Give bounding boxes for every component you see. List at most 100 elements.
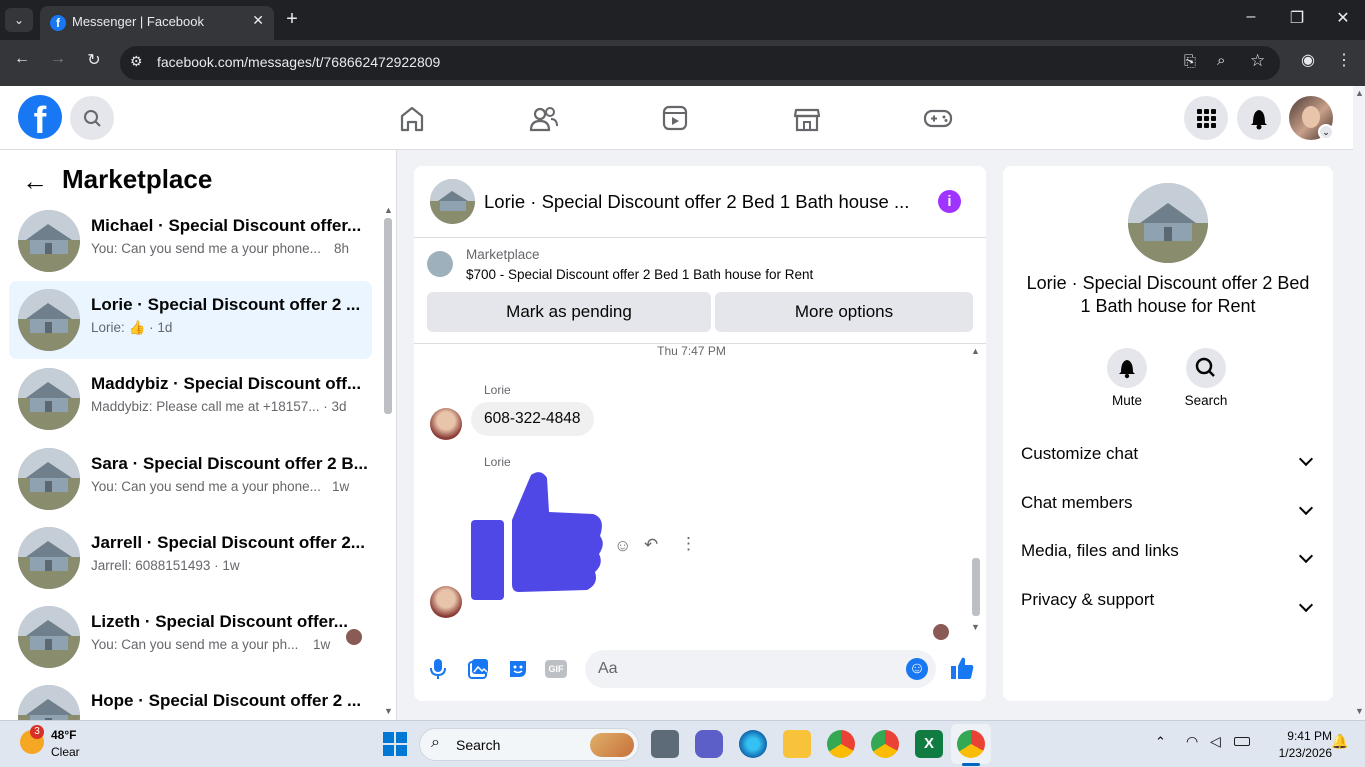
address-bar[interactable]: ⚙ facebook.com/messages/t/76866247292280… [120,46,1280,80]
thread-scrollbar[interactable] [972,558,980,616]
message-timestamp: Thu 7:47 PM [657,344,726,358]
section-label: Customize chat [1021,444,1139,463]
sender-avatar[interactable] [430,586,462,618]
sticker-icon[interactable] [507,658,529,680]
bookmark-star-icon[interactable]: ☆ [1250,51,1265,71]
conversation-item[interactable]: Maddybiz · Special Discount off... Maddy… [9,360,372,438]
sender-avatar[interactable] [430,408,462,440]
chat-avatar[interactable] [430,179,475,224]
task-view-icon[interactable] [651,730,679,758]
scroll-up-icon[interactable]: ▲ [384,205,393,215]
browser-tab[interactable]: f Messenger | Facebook ✕ [40,6,274,40]
tray-chevron-icon[interactable]: ⌃ [1155,734,1166,750]
excel-icon[interactable]: X [915,730,943,758]
scroll-down-icon[interactable]: ▼ [971,622,980,632]
reload-icon[interactable]: ↻ [82,50,106,70]
taskbar-search[interactable]: ⌕ Search [419,728,639,761]
message-bubble[interactable]: 608-322-4848 [471,402,594,436]
zoom-icon[interactable]: ⌕ [1217,52,1225,69]
conversation-preview: You: Can you send me a your phone... 8h [91,241,350,256]
facebook-logo[interactable]: f [18,95,62,139]
react-emoji-icon[interactable]: ☺ [614,536,631,556]
wifi-icon[interactable]: ◠ [1186,733,1198,750]
weather-desc: Clear [51,745,80,759]
conversation-item[interactable]: Hope · Special Discount offer 2 ... [9,677,372,720]
install-app-icon[interactable]: ⎘ [1184,53,1196,70]
conversation-item[interactable]: Jarrell · Special Discount offer 2... Ja… [9,519,372,597]
listing-title[interactable]: $700 - Special Discount offer 2 Bed 1 Ba… [466,267,813,282]
chrome-active-icon[interactable] [957,730,985,758]
scroll-down-icon[interactable]: ▼ [384,706,393,716]
mark-pending-button[interactable]: Mark as pending [427,292,711,332]
home-icon[interactable] [390,100,434,136]
listing-banner: Marketplace $700 - Special Discount offe… [414,238,986,344]
edge-icon[interactable] [739,730,767,758]
chrome-menu-icon[interactable]: ⋮ [1332,50,1356,70]
marketplace-icon[interactable] [785,100,829,136]
search-button[interactable] [70,96,114,140]
conversation-item[interactable]: Sara · Special Discount offer 2 B... You… [9,440,372,518]
back-arrow-icon[interactable]: ← [22,166,48,197]
weather-temp[interactable]: 48°F [51,728,76,742]
send-like-icon[interactable] [950,657,974,681]
message-input[interactable]: Aa ☺ [585,650,936,688]
conversation-preview: Jarrell: 6088151493 · 1w [91,558,240,573]
scroll-up-icon[interactable]: ▲ [1355,88,1364,98]
chat-header: Lorie · Special Discount offer 2 Bed 1 B… [414,166,986,238]
forward-arrow-icon[interactable]: → [46,50,70,68]
account-chevron-icon[interactable]: ⌄ [1318,124,1334,140]
info-icon[interactable]: i [938,190,961,213]
conversation-item-selected[interactable]: Lorie · Special Discount offer 2 ... Lor… [9,281,372,359]
listing-photo[interactable] [1128,183,1208,263]
large-like-sticker[interactable] [469,470,604,610]
mute-label: Mute [1111,393,1142,408]
friends-icon[interactable] [522,100,566,136]
teams-meet-icon[interactable] [695,730,723,758]
more-options-button[interactable]: More options [715,292,973,332]
windows-start-icon[interactable] [383,732,407,756]
battery-icon[interactable] [1234,737,1250,746]
new-tab-button[interactable]: + [277,8,307,31]
mute-button[interactable] [1107,348,1147,388]
reply-icon[interactable]: ↶ [644,535,658,555]
customize-chat-section[interactable]: Customize chat [1021,444,1317,484]
profile-icon[interactable]: ◉ [1296,50,1320,70]
facebook-header: f ⌄ [0,86,1353,150]
sidebar-scrollbar[interactable] [384,218,392,414]
media-files-section[interactable]: Media, files and links [1021,541,1317,581]
scroll-down-icon[interactable]: ▼ [1355,706,1364,716]
search-icon: ⌕ [431,734,440,751]
photo-icon[interactable] [467,658,489,680]
chat-title[interactable]: Lorie · Special Discount offer 2 Bed 1 B… [484,191,909,213]
site-info-icon[interactable]: ⚙ [130,53,143,70]
clock-time[interactable]: 9:41 PM [1262,729,1332,743]
gaming-icon[interactable] [916,100,960,136]
chat-members-section[interactable]: Chat members [1021,493,1317,533]
privacy-support-section[interactable]: Privacy & support [1021,590,1317,630]
volume-icon[interactable]: ◁ [1210,733,1221,750]
video-icon[interactable] [653,100,697,136]
close-window-button[interactable]: ✕ [1328,8,1358,28]
menu-button[interactable] [1184,96,1228,140]
tab-close-icon[interactable]: ✕ [252,12,264,29]
chrome-icon[interactable] [827,730,855,758]
gif-icon[interactable]: GIF [545,660,567,678]
tab-title: Messenger | Facebook [72,14,204,29]
search-in-chat-button[interactable] [1186,348,1226,388]
more-actions-icon[interactable]: ⋮ [680,534,697,554]
minimize-button[interactable]: – [1236,8,1266,26]
notification-bell-icon[interactable]: 🔔 [1331,733,1348,750]
back-arrow-icon[interactable]: ← [10,50,34,68]
listing-thumbnail [18,210,80,272]
microphone-icon[interactable] [428,658,448,680]
conversation-item[interactable]: Michael · Special Discount offer... You:… [9,202,372,280]
notifications-button[interactable] [1237,96,1281,140]
tab-search-icon[interactable]: ⌄ [5,8,33,32]
file-explorer-icon[interactable] [783,730,811,758]
emoji-icon[interactable]: ☺ [906,658,928,680]
maximize-button[interactable]: ❐ [1282,8,1312,28]
conversation-item[interactable]: Lizeth · Special Discount offer... You: … [9,598,372,676]
page-scrollbar[interactable]: ▲ ▼ [1353,86,1365,720]
scroll-up-icon[interactable]: ▲ [971,346,980,356]
chrome-profile-icon[interactable] [871,730,899,758]
